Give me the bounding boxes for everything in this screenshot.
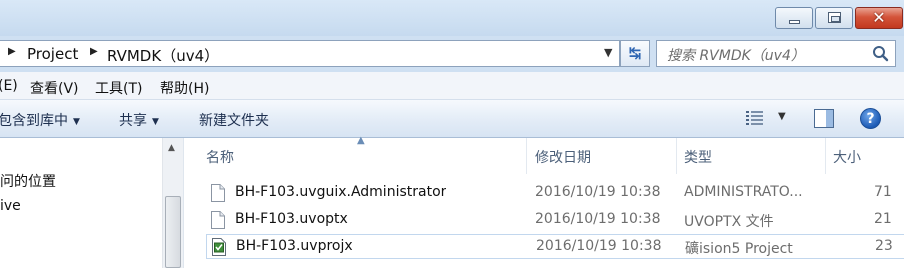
change-view-icon[interactable] bbox=[746, 110, 764, 126]
menu-view[interactable]: 查看(V) bbox=[30, 78, 79, 98]
nav-item-recent-places[interactable]: 问的位置 bbox=[0, 171, 56, 191]
search-icon[interactable] bbox=[872, 45, 889, 62]
file-row[interactable]: BH-F103.uvguix.Administrator 2016/10/19 … bbox=[206, 181, 904, 206]
navigation-scrollbar[interactable]: ▲ bbox=[162, 138, 183, 268]
column-header-size-label: 大小 bbox=[833, 150, 861, 166]
view-options-dropdown-icon[interactable]: ▼ bbox=[778, 111, 786, 122]
minimize-icon bbox=[789, 20, 800, 24]
command-bar: 包含到库中 ▼ 共享 ▼ 新建文件夹 ▼ ? bbox=[0, 100, 904, 138]
maximize-button[interactable] bbox=[815, 7, 853, 29]
file-type: UVOPTX 文件 bbox=[684, 214, 774, 230]
generic-file-icon bbox=[211, 211, 225, 229]
share-button[interactable]: 共享 ▼ bbox=[119, 110, 159, 130]
file-name: BH-F103.uvoptx bbox=[235, 211, 348, 227]
menu-edit[interactable]: (E) bbox=[0, 78, 18, 94]
share-label: 共享 bbox=[119, 113, 147, 129]
sort-ascending-icon: ▲ bbox=[357, 135, 365, 146]
include-in-library-label: 包含到库中 bbox=[0, 113, 68, 129]
column-header-name-label: 名称 bbox=[206, 150, 234, 166]
menu-help[interactable]: 帮助(H) bbox=[160, 78, 209, 98]
file-size: 23 bbox=[875, 238, 893, 254]
refresh-icon: ↹ bbox=[628, 44, 642, 62]
menu-bar: (E) 查看(V) 工具(T) 帮助(H) bbox=[0, 72, 904, 100]
search-input[interactable]: 搜索 RVMDK（uv4） bbox=[656, 40, 896, 67]
minimize-button[interactable] bbox=[775, 7, 813, 29]
breadcrumb-current-folder[interactable]: RVMDK（uv4） bbox=[107, 45, 219, 66]
file-modified: 2016/10/19 10:38 bbox=[536, 238, 662, 254]
address-history-dropdown-icon[interactable]: ▼ bbox=[604, 46, 612, 59]
file-modified: 2016/10/19 10:38 bbox=[535, 184, 661, 200]
nav-item-drive[interactable]: ive bbox=[0, 198, 21, 214]
file-name: BH-F103.uvprojx bbox=[236, 238, 353, 254]
breadcrumb-chevron-icon[interactable]: ▶ bbox=[8, 46, 16, 57]
chevron-down-icon: ▼ bbox=[152, 117, 159, 127]
file-modified: 2016/10/19 10:38 bbox=[535, 211, 661, 227]
scroll-up-icon[interactable]: ▲ bbox=[168, 143, 175, 153]
close-button[interactable]: ✕ bbox=[855, 7, 903, 29]
help-icon[interactable]: ? bbox=[860, 108, 881, 129]
column-header-modified-label: 修改日期 bbox=[535, 150, 591, 166]
file-size: 71 bbox=[874, 184, 892, 200]
refresh-button[interactable]: ↹ bbox=[620, 40, 650, 67]
file-size: 21 bbox=[874, 211, 892, 227]
column-header-type[interactable]: 类型 bbox=[677, 138, 822, 174]
file-type: ADMINISTRATO... bbox=[684, 184, 803, 200]
address-row: ▶ Project ▶ RVMDK（uv4） ▼ ↹ 搜索 RVMDK（uv4） bbox=[0, 36, 904, 72]
scrollbar-thumb[interactable] bbox=[165, 196, 181, 268]
column-header-size[interactable]: 大小 bbox=[826, 138, 904, 174]
chevron-down-icon: ▼ bbox=[73, 117, 80, 127]
breadcrumb-project[interactable]: Project bbox=[27, 45, 78, 63]
column-header-name[interactable]: ▲ 名称 bbox=[184, 135, 527, 174]
include-in-library-button[interactable]: 包含到库中 ▼ bbox=[0, 110, 80, 130]
column-header-type-label: 类型 bbox=[684, 150, 712, 166]
new-folder-button[interactable]: 新建文件夹 bbox=[199, 110, 269, 130]
generic-file-icon bbox=[211, 184, 225, 202]
file-row[interactable]: BH-F103.uvoptx 2016/10/19 10:38 UVOPTX 文… bbox=[206, 208, 904, 233]
search-placeholder: 搜索 RVMDK（uv4） bbox=[667, 48, 805, 64]
close-icon: ✕ bbox=[872, 8, 886, 27]
title-bar: ✕ bbox=[0, 0, 904, 36]
file-row-selected[interactable]: BH-F103.uvprojx 2016/10/19 10:38 礦ision5… bbox=[206, 234, 904, 259]
file-list: ▲ 名称 修改日期 类型 大小 BH-F103.uvguix.Administr… bbox=[183, 135, 904, 268]
file-type: 礦ision5 Project bbox=[685, 241, 793, 257]
address-bar[interactable]: ▶ Project ▶ RVMDK（uv4） ▼ bbox=[0, 40, 620, 67]
preview-pane-icon[interactable] bbox=[814, 109, 834, 128]
menu-tools[interactable]: 工具(T) bbox=[95, 78, 142, 98]
file-name: BH-F103.uvguix.Administrator bbox=[235, 184, 447, 200]
breadcrumb-chevron-icon[interactable]: ▶ bbox=[90, 46, 98, 57]
maximize-icon bbox=[828, 12, 841, 23]
navigation-pane: 问的位置 ive ▲ bbox=[0, 138, 183, 268]
column-header-modified[interactable]: 修改日期 bbox=[527, 138, 676, 174]
keil-project-icon bbox=[212, 238, 226, 256]
